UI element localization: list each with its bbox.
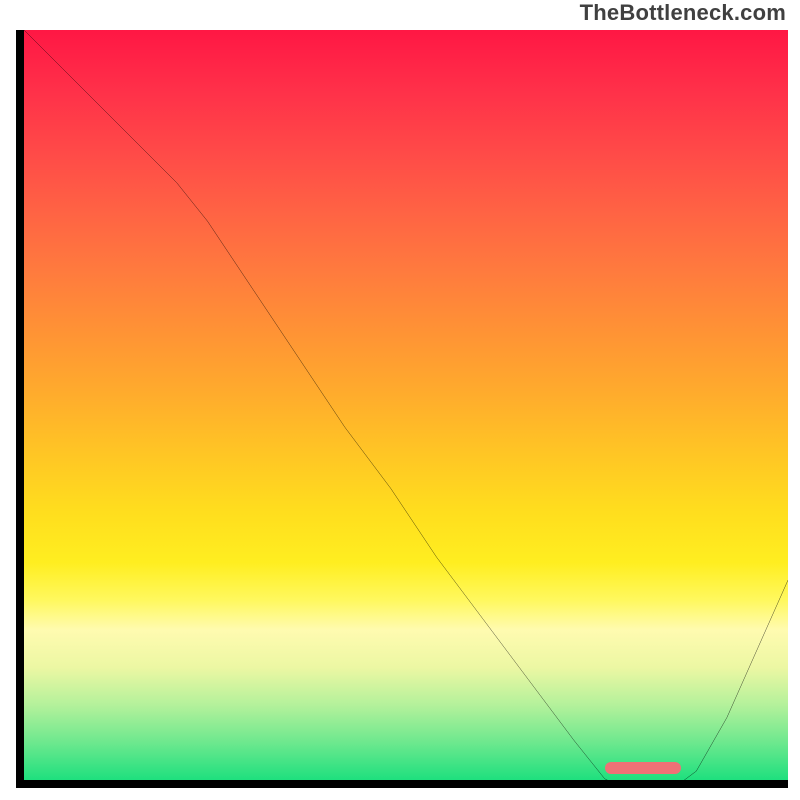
plot-frame — [16, 30, 788, 788]
chart-stage: TheBottleneck.com — [0, 0, 800, 800]
bottleneck-curve — [24, 30, 788, 780]
optimal-range-marker — [605, 762, 681, 774]
watermark-text: TheBottleneck.com — [580, 0, 786, 26]
plot-inner — [24, 30, 788, 780]
curve-svg — [24, 30, 788, 780]
